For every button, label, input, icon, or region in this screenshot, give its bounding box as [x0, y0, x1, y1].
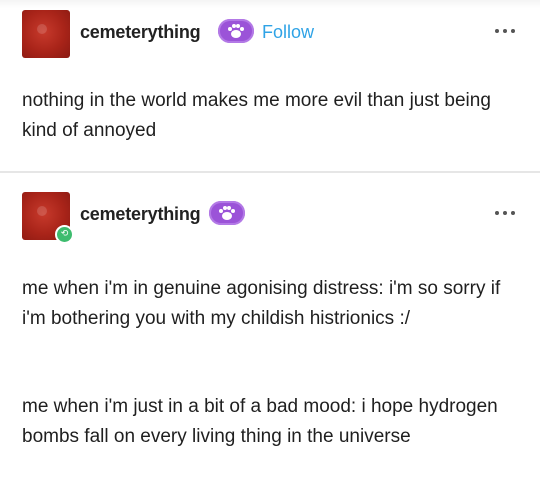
post-header: cemeterything Follow: [22, 10, 522, 58]
post-text: me when i'm in genuine agonising distres…: [22, 278, 501, 329]
post-text: me when i'm just in a bit of a bad mood:…: [22, 396, 498, 447]
follow-button[interactable]: Follow: [262, 22, 314, 43]
username[interactable]: cemeterything: [80, 22, 201, 43]
more-options-icon[interactable]: [492, 204, 522, 222]
username[interactable]: cemeterything: [80, 204, 201, 225]
paw-print-badge-icon[interactable]: [218, 19, 254, 43]
avatar[interactable]: [22, 10, 70, 58]
more-options-icon[interactable]: [492, 22, 522, 40]
post-reblog: ⟲ cemeterything me when i'm in genuine a…: [0, 172, 540, 493]
post-text: nothing in the world makes me more evil …: [22, 90, 491, 141]
reblog-header: ⟲ cemeterything: [22, 192, 522, 244]
avatar-speck: [37, 206, 47, 216]
post-original: cemeterything Follow nothing in the worl…: [0, 0, 540, 172]
reblog-icon: ⟲: [55, 225, 74, 244]
avatar-speck: [37, 24, 47, 34]
paw-print-badge-icon[interactable]: [209, 201, 245, 225]
